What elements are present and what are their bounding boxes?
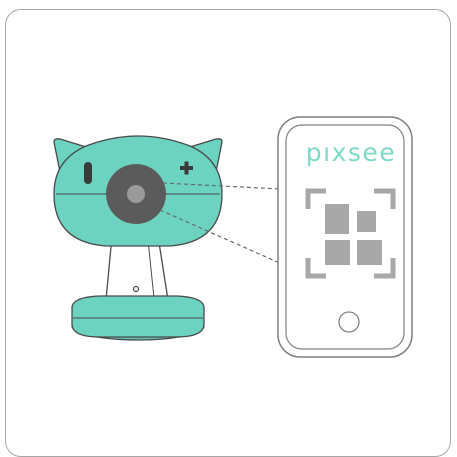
baby-camera-icon [53, 135, 223, 341]
pairing-illustration: pıxsee [53, 116, 413, 358]
brand-logo-text: pıxsee [306, 138, 396, 167]
